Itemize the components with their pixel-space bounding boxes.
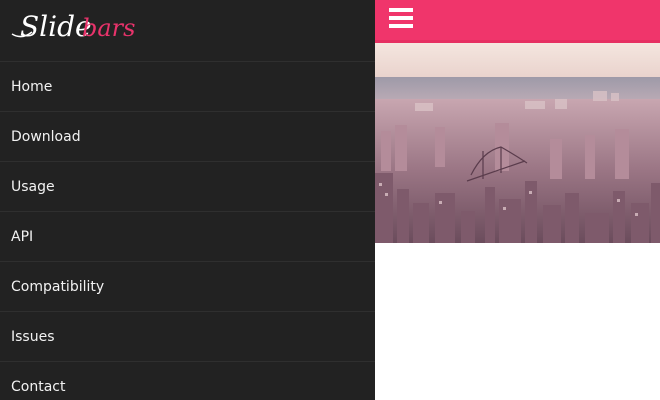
sidebar-item-api[interactable]: API [0,212,375,262]
sidebar: Slide bars Home Download Usage API Compa… [0,0,375,400]
sidebar-menu: Home Download Usage API Compatibility Is… [0,62,375,400]
sidebar-item-download[interactable]: Download [0,112,375,162]
hamburger-icon[interactable] [389,8,413,28]
logo-text-bars: bars [82,14,135,42]
logo-text-slide: Slide [20,10,92,43]
main-content [375,0,660,400]
city-skyline-image [375,43,660,243]
top-bar [375,0,660,43]
app-window: Slide bars Home Download Usage API Compa… [0,0,660,400]
sidebar-item-issues[interactable]: Issues [0,312,375,362]
sidebar-item-compatibility[interactable]: Compatibility [0,262,375,312]
sidebar-item-usage[interactable]: Usage [0,162,375,212]
logo-wordmark: Slide bars [11,10,135,43]
city-skyline-illustration [375,43,660,243]
sidebar-item-contact[interactable]: Contact [0,362,375,400]
sidebar-item-home[interactable]: Home [0,62,375,112]
logo: Slide bars [0,0,375,62]
